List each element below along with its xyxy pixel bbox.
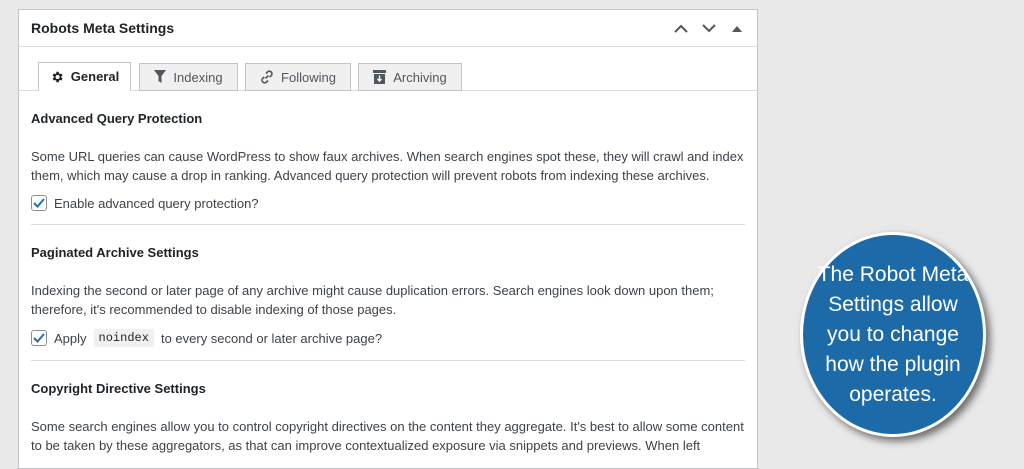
query-protection-checkbox[interactable] — [31, 195, 47, 211]
filter-icon — [154, 70, 167, 83]
paginated-archive-section: Paginated Archive Settings Indexing the … — [31, 225, 745, 361]
callout-circle: The Robot Meta Settings allow you to cha… — [800, 232, 986, 437]
section-heading: Copyright Directive Settings — [31, 381, 206, 396]
checkbox-label-suffix: to every second or later archive page? — [160, 330, 383, 346]
tab-following-label: Following — [281, 69, 336, 85]
panel-header: Robots Meta Settings — [19, 10, 757, 47]
tab-bar: General Indexing Following Archiving — [19, 47, 757, 91]
checkmark-icon — [33, 333, 45, 343]
move-up-button[interactable] — [669, 17, 693, 41]
robots-meta-settings-panel: Robots Meta Settings General Indexing Fo… — [18, 9, 758, 469]
callout-bubble: The Robot Meta Settings allow you to cha… — [800, 232, 990, 442]
panel-controls — [669, 10, 749, 47]
triangle-up-icon — [732, 25, 742, 32]
query-protection-section: Advanced Query Protection Some URL queri… — [31, 91, 745, 225]
panel-title: Robots Meta Settings — [31, 20, 175, 36]
chevron-up-icon — [674, 24, 688, 33]
move-down-button[interactable] — [697, 17, 721, 41]
general-tab-content: Advanced Query Protection Some URL queri… — [19, 91, 757, 455]
chevron-down-icon — [702, 24, 716, 33]
section-heading: Advanced Query Protection — [31, 111, 203, 126]
noindex-option: Apply noindex to every second or later a… — [31, 329, 745, 347]
tab-general[interactable]: General — [38, 62, 131, 91]
noindex-code: noindex — [93, 329, 154, 347]
tab-indexing-label: Indexing — [173, 69, 223, 85]
section-description: Some URL queries can cause WordPress to … — [31, 149, 744, 183]
gear-icon — [52, 71, 63, 82]
archive-icon — [373, 70, 387, 84]
tab-archiving-label: Archiving — [393, 69, 447, 85]
checkbox-label: Enable advanced query protection? — [54, 195, 259, 211]
link-icon — [261, 70, 273, 84]
callout-text: The Robot Meta Settings allow you to cha… — [817, 262, 969, 406]
checkbox-label-prefix: Apply — [54, 330, 87, 346]
copyright-directive-section: Copyright Directive Settings Some search… — [31, 361, 745, 455]
noindex-checkbox[interactable] — [31, 330, 47, 346]
query-protection-option: Enable advanced query protection? — [31, 195, 745, 211]
tab-indexing[interactable]: Indexing — [139, 63, 238, 91]
tab-archiving[interactable]: Archiving — [358, 63, 462, 91]
tab-general-label: General — [70, 69, 120, 84]
checkmark-icon — [33, 198, 45, 208]
tab-following[interactable]: Following — [245, 63, 351, 91]
section-description: Some search engines allow you to control… — [31, 419, 744, 453]
toggle-panel-button[interactable] — [725, 17, 749, 41]
section-description: Indexing the second or later page of any… — [31, 283, 714, 317]
section-heading: Paginated Archive Settings — [31, 245, 199, 260]
